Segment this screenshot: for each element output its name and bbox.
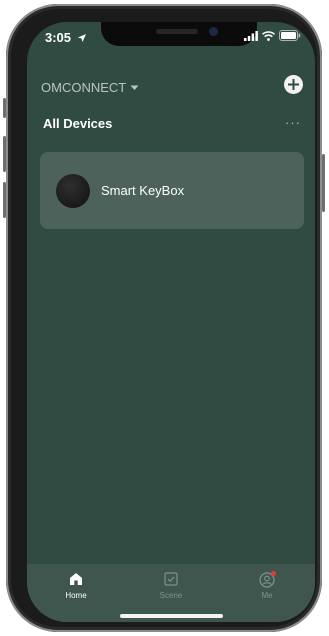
- wifi-icon: [262, 30, 275, 41]
- cellular-signal-icon: [244, 30, 258, 41]
- scene-icon: [164, 572, 178, 586]
- tab-scene[interactable]: Scene: [141, 572, 201, 600]
- home-indicator[interactable]: [120, 614, 223, 618]
- tab-scene-label: Scene: [159, 591, 183, 600]
- app-screen: 3:05 OMCONNECT All Devices ··· Smart Key…: [27, 22, 315, 622]
- tab-home-label: Home: [65, 591, 87, 600]
- power-button: [322, 154, 325, 212]
- caret-down-icon: [130, 85, 139, 90]
- tab-home[interactable]: Home: [46, 572, 106, 600]
- volume-down-button: [3, 182, 6, 218]
- status-icons: [244, 30, 301, 41]
- home-icon: [70, 573, 82, 585]
- speaker-grille: [156, 29, 198, 34]
- device-card[interactable]: Smart KeyBox: [40, 152, 304, 229]
- front-camera: [209, 27, 218, 36]
- add-device-button[interactable]: [284, 75, 303, 94]
- tab-me-label: Me: [261, 591, 273, 600]
- plus-icon: [288, 79, 299, 90]
- home-selector[interactable]: OMCONNECT: [41, 80, 139, 95]
- profile-icon-wrapper: [259, 571, 276, 588]
- notch: [101, 22, 257, 46]
- device-image: [56, 174, 90, 208]
- battery-icon: [279, 30, 301, 41]
- location-arrow-icon: [77, 34, 86, 42]
- tab-me[interactable]: Me: [237, 571, 297, 600]
- more-options-button[interactable]: ···: [285, 115, 301, 130]
- status-time-text: 3:05: [45, 30, 72, 45]
- mute-switch: [3, 98, 6, 118]
- device-name: Smart KeyBox: [101, 183, 185, 198]
- volume-up-button: [3, 136, 6, 172]
- status-time: 3:05: [45, 30, 87, 45]
- phone-frame: 3:05 OMCONNECT All Devices ··· Smart Key…: [3, 4, 325, 632]
- notification-dot: [271, 571, 276, 576]
- home-name: OMCONNECT: [41, 80, 127, 95]
- section-title: All Devices: [43, 116, 113, 131]
